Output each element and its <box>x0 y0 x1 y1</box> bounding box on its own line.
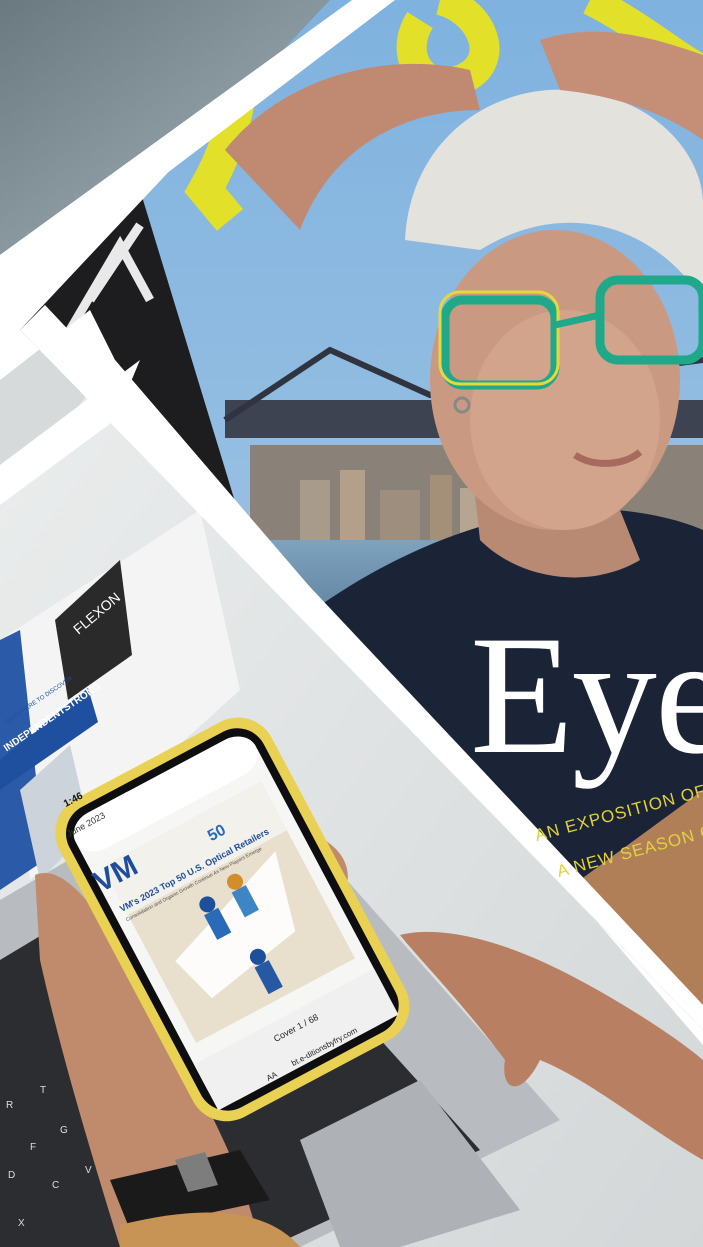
key-v: V <box>85 1165 92 1176</box>
cover-title: Eye <box>470 601 703 789</box>
key-x: X <box>18 1218 25 1229</box>
key-r: R <box>6 1100 14 1111</box>
key-c: C <box>52 1180 60 1191</box>
key-g: G <box>60 1125 68 1136</box>
key-t: T <box>40 1085 47 1096</box>
key-d: D <box>8 1170 16 1181</box>
photo-collage: Eye AN EXPOSITION OF EY A NEW SEASON O F… <box>0 0 703 1247</box>
key-f: F <box>30 1142 37 1153</box>
